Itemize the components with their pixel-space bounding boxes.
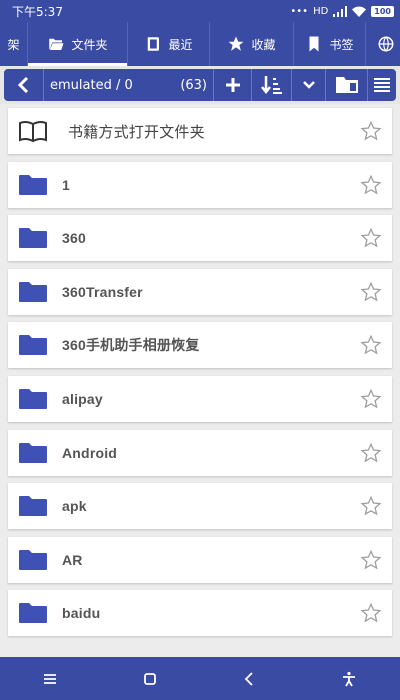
back-nav-icon[interactable] xyxy=(243,671,255,686)
sort-button[interactable] xyxy=(252,69,292,101)
tab-web[interactable] xyxy=(366,22,400,66)
star-outline-icon[interactable] xyxy=(360,602,382,624)
folder-row[interactable]: AR xyxy=(8,536,392,583)
toolbar-bar: emulated / 0 (63) xyxy=(4,69,396,101)
signal-icon xyxy=(333,5,348,17)
accessibility-icon[interactable] xyxy=(341,671,357,687)
menu-button[interactable] xyxy=(368,69,396,101)
folder-row[interactable]: Android xyxy=(8,429,392,476)
folder-row[interactable]: 1 xyxy=(8,161,392,208)
star-outline-icon[interactable] xyxy=(360,120,382,142)
folder-row[interactable]: alipay xyxy=(8,375,392,422)
add-button[interactable] xyxy=(214,69,252,101)
tab-bar: 架 文件夹 最近 收藏 书签 xyxy=(0,22,400,66)
menu-icon xyxy=(374,78,390,92)
item-count: (63) xyxy=(180,77,207,93)
folder-icon xyxy=(19,496,47,517)
toolbar: emulated / 0 (63) xyxy=(0,66,400,104)
folder-icon xyxy=(19,388,47,409)
folder-name: 1 xyxy=(62,176,70,193)
tab-label: 最近 xyxy=(168,37,193,52)
home-icon[interactable] xyxy=(143,672,157,686)
folder-icon xyxy=(19,442,47,463)
folder-icon xyxy=(19,281,47,302)
star-icon xyxy=(228,36,244,51)
folder-icon xyxy=(19,335,47,356)
tab-favorites[interactable]: 收藏 xyxy=(210,22,294,66)
folder-row[interactable]: apk xyxy=(8,483,392,530)
book-icon xyxy=(19,120,47,142)
path-text: emulated / 0 xyxy=(50,77,133,93)
folder-icon xyxy=(19,228,47,249)
back-button[interactable] xyxy=(4,69,44,101)
tab-partial[interactable]: 架 xyxy=(0,22,28,66)
chevron-down-icon xyxy=(302,81,315,89)
dropdown-button[interactable] xyxy=(292,69,326,101)
tab-label: 架 xyxy=(7,37,20,52)
plus-icon xyxy=(225,78,240,92)
menu-lines-icon[interactable] xyxy=(43,673,57,685)
folder-name: 360 xyxy=(62,230,86,247)
globe-icon xyxy=(378,36,394,52)
folder-row[interactable]: 360Transfer xyxy=(8,268,392,315)
status-bar: 下午5:37 ••• HD 100 xyxy=(0,0,400,22)
tab-label: 收藏 xyxy=(251,37,276,52)
folder-name: 360手机助手相册恢复 xyxy=(62,337,200,354)
folder-name: alipay xyxy=(62,390,103,407)
view-mode-button[interactable] xyxy=(326,69,368,101)
wifi-icon xyxy=(352,6,367,17)
star-outline-icon[interactable] xyxy=(360,495,382,517)
open-as-book-row[interactable]: 书籍方式打开文件夹 xyxy=(8,108,392,154)
star-outline-icon[interactable] xyxy=(360,549,382,571)
folder-name: Android xyxy=(62,444,118,461)
folder-name: 360Transfer xyxy=(62,283,143,300)
tab-recent[interactable]: 最近 xyxy=(128,22,210,66)
folder-name: apk xyxy=(62,498,87,515)
dots-icon: ••• xyxy=(290,5,309,17)
folder-icon xyxy=(19,603,47,624)
folder-name: AR xyxy=(62,551,83,568)
system-nav-bar xyxy=(0,657,400,700)
folder-row[interactable]: 360 xyxy=(8,215,392,262)
tab-label: 书签 xyxy=(329,37,354,52)
status-time: 下午5:37 xyxy=(12,4,63,19)
bookmark-icon xyxy=(309,36,319,52)
tab-label: 文件夹 xyxy=(71,37,108,52)
chevron-left-icon xyxy=(17,77,28,93)
folder-row[interactable]: baidu xyxy=(8,590,392,637)
star-outline-icon[interactable] xyxy=(360,227,382,249)
folder-name: baidu xyxy=(62,605,101,622)
battery-icon: 100 xyxy=(371,5,394,17)
tab-bookmarks[interactable]: 书签 xyxy=(294,22,366,66)
recent-icon xyxy=(148,37,160,51)
folder-open-icon xyxy=(49,38,64,50)
breadcrumb[interactable]: emulated / 0 (63) xyxy=(44,69,214,101)
tab-folder[interactable]: 文件夹 xyxy=(28,22,128,66)
folder-view-icon xyxy=(335,77,358,93)
star-outline-icon[interactable] xyxy=(360,334,382,356)
star-outline-icon[interactable] xyxy=(360,281,382,303)
folder-icon xyxy=(19,174,47,195)
sort-icon xyxy=(260,76,282,95)
file-list: 书籍方式打开文件夹 1 360 360Transfer 360手机助手相册恢复 alip… xyxy=(0,104,400,657)
status-icons: ••• HD 100 xyxy=(290,5,394,17)
hd-label: HD xyxy=(313,5,329,17)
star-outline-icon[interactable] xyxy=(360,388,382,410)
star-outline-icon[interactable] xyxy=(360,174,382,196)
star-outline-icon[interactable] xyxy=(360,442,382,464)
folder-icon xyxy=(19,549,47,570)
folder-row[interactable]: 360手机助手相册恢复 xyxy=(8,322,392,369)
open-as-book-label: 书籍方式打开文件夹 xyxy=(68,123,205,141)
